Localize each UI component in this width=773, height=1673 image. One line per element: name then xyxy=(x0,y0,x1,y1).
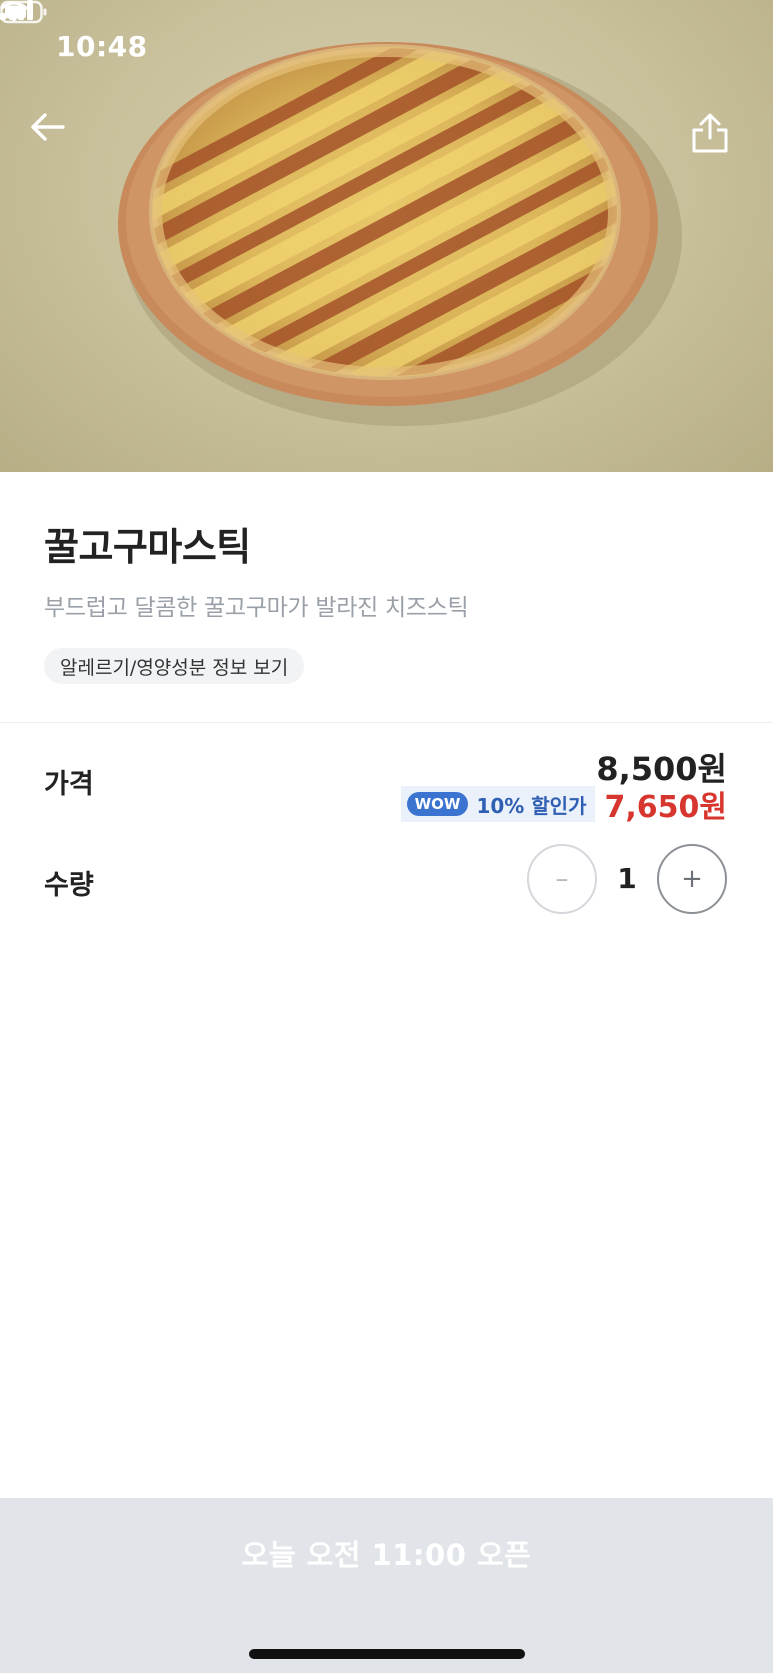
price-sale: 7,650원 xyxy=(604,790,728,825)
home-indicator[interactable] xyxy=(249,1649,525,1659)
product-image: 10:48 xyxy=(0,0,773,472)
battery-icon xyxy=(0,0,47,24)
discount-row: WOW 10% 할인가 7,650원 xyxy=(400,786,727,825)
product-description: 부드럽고 달콤한 꿀고구마가 발라진 치즈스틱 xyxy=(44,595,469,621)
price-label: 가격 xyxy=(44,769,94,800)
status-bar: 10:48 xyxy=(0,0,773,92)
product-title: 꿀고구마스틱 xyxy=(44,525,251,569)
quantity-decrease-button[interactable]: – xyxy=(527,844,597,914)
status-time: 10:48 xyxy=(56,29,148,63)
discount-text: 10% 할인가 xyxy=(476,793,587,818)
wow-badge: WOW xyxy=(406,792,469,816)
back-button[interactable] xyxy=(30,112,90,172)
arrow-left-icon xyxy=(31,113,65,141)
share-icon xyxy=(692,113,728,153)
share-button[interactable] xyxy=(690,112,750,172)
section-divider xyxy=(0,722,773,723)
quantity-value: 1 xyxy=(617,862,637,895)
allergy-info-chip[interactable]: 알레르기/영양성분 정보 보기 xyxy=(44,648,305,684)
minus-icon: – xyxy=(555,864,569,894)
store-opening-button[interactable]: 오늘 오전 11:00 오픈 xyxy=(0,1498,773,1608)
discount-tag: WOW 10% 할인가 xyxy=(400,786,595,822)
quantity-increase-button[interactable]: + xyxy=(657,844,727,914)
plus-icon: + xyxy=(681,864,703,894)
quantity-label: 수량 xyxy=(44,870,94,901)
bottom-action-bar: 오늘 오전 11:00 오픈 xyxy=(0,1498,773,1673)
